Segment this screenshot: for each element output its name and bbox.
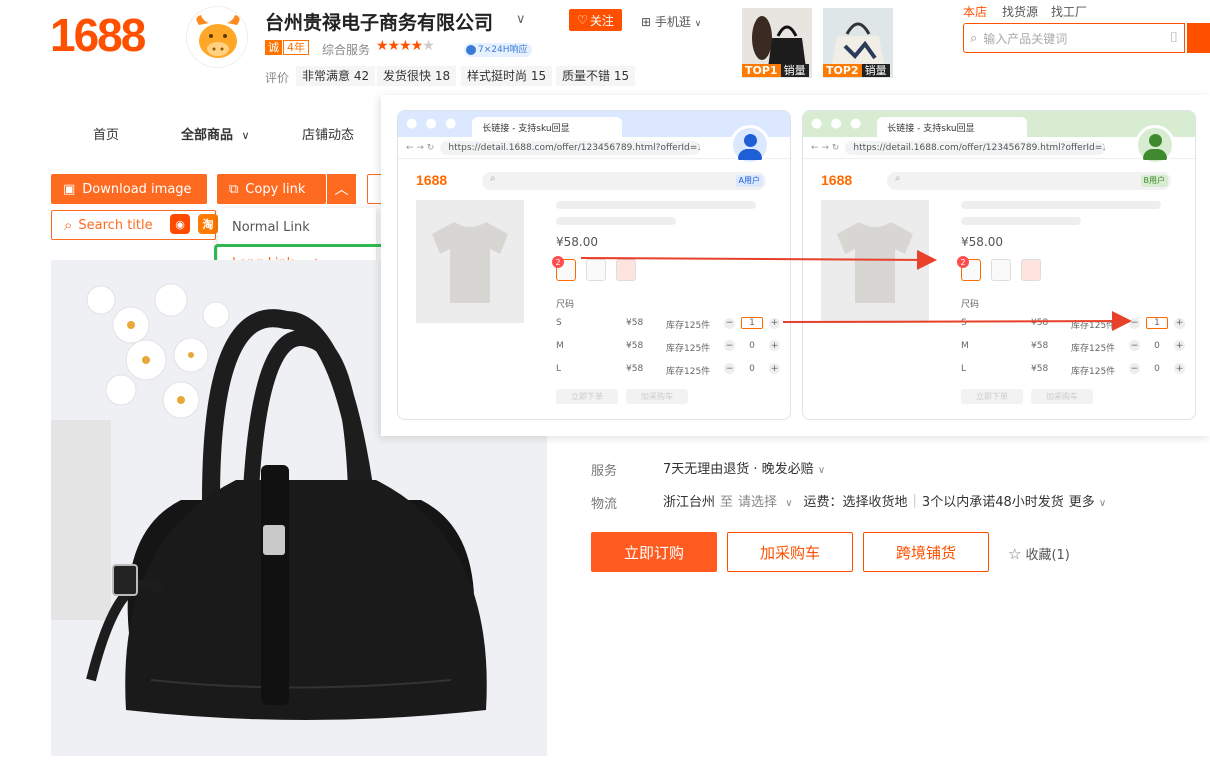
site-logo[interactable]: 1688	[50, 8, 146, 62]
ali-icon[interactable]: ◉	[170, 214, 190, 234]
taobao-icon[interactable]: 淘	[198, 214, 218, 234]
nav-all-products[interactable]: 全部商品 ∨	[181, 124, 250, 143]
chevron-down-icon: ∨	[241, 129, 250, 142]
nav-store-news[interactable]: 店铺动态	[302, 124, 354, 143]
search-icon: ⌕	[970, 30, 978, 46]
nav-home[interactable]: 首页	[93, 124, 119, 143]
follow-button[interactable]: ♡ 关注	[569, 9, 622, 31]
shop-avatar[interactable]	[186, 6, 248, 68]
add-to-cart-button[interactable]: 加采购车	[727, 532, 853, 572]
chevron-down-icon[interactable]: ∨	[516, 12, 526, 27]
order-now-button[interactable]: 立即订购	[591, 532, 717, 572]
top-product-card[interactable]: TOP2 销量	[823, 8, 893, 78]
to-label: 至	[720, 495, 734, 510]
response-badge: 7×24H响应	[464, 43, 532, 57]
link-this-store[interactable]: 本店	[963, 3, 987, 20]
mobile-label: 手机逛	[654, 15, 691, 29]
shipping-promise: 3个以内承诺48小时发货	[921, 495, 1064, 510]
service-label: 服务	[591, 464, 618, 479]
top-rank-tag: TOP2 销量	[823, 64, 890, 78]
divider: |	[912, 493, 917, 508]
download-image-label: Download image	[82, 181, 192, 197]
link-find-source[interactable]: 找货源	[1002, 3, 1038, 20]
copy-link-dropdown-toggle[interactable]: ︿	[326, 174, 356, 204]
star-outline-icon: ☆	[1008, 544, 1022, 563]
grid-icon: ⊞	[641, 15, 652, 29]
favorite-label: 收藏(1)	[1025, 548, 1070, 563]
evaluation-tag[interactable]: 质量不错 15	[556, 66, 636, 86]
evaluation-label: 评价	[265, 71, 290, 85]
toolbar-button-partial[interactable]	[367, 174, 381, 204]
chevron-down-icon: ∨	[1098, 498, 1107, 509]
logistics-label: 物流	[591, 497, 618, 512]
cheng-badge: 诚	[265, 40, 282, 55]
heart-icon: ♡	[577, 13, 588, 27]
shop-name[interactable]: 台州贵禄电子商务有限公司	[265, 8, 493, 35]
follow-label: 关注	[589, 13, 614, 28]
origin-text: 浙江台州	[663, 495, 716, 510]
logistics-row: 浙江台州 至 请选择 ∨ 运费：选择收货地 | 3个以内承诺48小时发货 更多 …	[663, 491, 1106, 510]
search-title-button[interactable]: ⌕ Search title	[51, 210, 216, 240]
nav-all-products-label: 全部商品	[181, 128, 234, 143]
evaluation-tag[interactable]: 发货很快 18	[377, 66, 457, 86]
cross-border-button[interactable]: 跨境铺货	[863, 532, 989, 572]
search-box[interactable]: ⌕ 输入产品关键词 ⌷	[963, 23, 1185, 53]
destination-select[interactable]: 请选择 ∨	[738, 491, 792, 510]
service-text[interactable]: 7天无理由退货 · 晚发必赔 ∨	[663, 458, 825, 477]
response-label: 7×24H响应	[478, 45, 528, 55]
service-value: 7天无理由退货 · 晚发必赔	[663, 462, 814, 477]
arrow-qty-icon	[782, 311, 1132, 332]
copy-icon: ⧉	[229, 181, 239, 197]
evaluation-tag[interactable]: 样式挺时尚 15	[461, 66, 553, 86]
image-icon: ▣	[63, 181, 76, 197]
evaluation-tag[interactable]: 非常满意 42	[296, 66, 376, 86]
chevron-down-icon: ∨	[694, 19, 702, 29]
arrow-swatch-icon	[580, 249, 937, 270]
rating-stars: ★★★★★	[376, 38, 435, 54]
download-image-button[interactable]: ▣ Download image	[51, 174, 207, 204]
shipping-fee: 运费：选择收货地	[803, 495, 908, 510]
top-product-card[interactable]: TOP1 销量	[742, 8, 812, 78]
search-icon: ⌕	[64, 216, 73, 234]
search-title-label: Search title	[78, 217, 153, 233]
search-button[interactable]	[1187, 23, 1210, 53]
menu-item-normal-link[interactable]: Normal Link	[232, 220, 310, 235]
link-find-factory[interactable]: 找工厂	[1051, 3, 1087, 20]
chevron-down-icon: ∨	[785, 498, 793, 509]
clock-icon	[466, 45, 476, 55]
service-score-label: 综合服务	[322, 43, 371, 57]
bull-mascot-icon	[187, 7, 247, 67]
chevron-up-icon: ︿	[334, 182, 349, 198]
copy-link-label: Copy link	[245, 181, 306, 197]
sku-arrows	[580, 249, 1132, 332]
camera-icon[interactable]: ⌷	[1170, 30, 1178, 46]
mobile-browse-button[interactable]: ⊞ 手机逛 ∨	[641, 13, 701, 30]
top-rank-tag: TOP1 销量	[742, 64, 809, 78]
more-button[interactable]: 更多 ∨	[1069, 491, 1106, 510]
search-input[interactable]: 输入产品关键词	[983, 30, 1163, 47]
chevron-down-icon: ∨	[817, 465, 826, 476]
copy-link-button[interactable]: ⧉ Copy link	[217, 174, 326, 204]
years-badge: 4年	[283, 40, 309, 55]
favorite-button[interactable]: ☆ 收藏(1)	[1008, 544, 1070, 564]
long-link-demo-overlay: ● ● ● 长链接 - 支持sku回显 ← → ↻ https://detail…	[381, 95, 1210, 436]
